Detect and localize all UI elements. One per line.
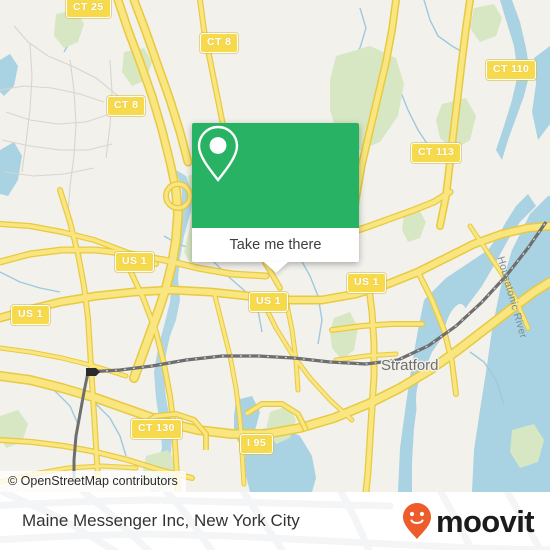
map-pin-icon xyxy=(197,125,239,182)
road-shield: CT 130 xyxy=(131,419,182,439)
road-shield: I 95 xyxy=(240,434,274,454)
road-shield: CT 25 xyxy=(66,0,111,18)
road-shield: US 1 xyxy=(347,273,386,293)
callout-header xyxy=(192,123,359,228)
road-shield: CT 110 xyxy=(486,60,537,80)
location-callout[interactable]: Take me there xyxy=(192,123,359,273)
moovit-brand[interactable]: moovit xyxy=(402,502,535,540)
road-shield: US 1 xyxy=(11,305,50,325)
map-screenshot: CT 25 CT 8 CT 110 CT 8 CT 113 US 1 US 1 US 1 US … xyxy=(0,0,550,550)
road-shield: CT 113 xyxy=(411,143,462,163)
map-canvas[interactable]: CT 25 CT 8 CT 110 CT 8 CT 113 US 1 US 1 US 1 US … xyxy=(0,0,550,492)
footer-bar: Maine Messenger Inc, New York City moovi… xyxy=(0,492,550,550)
osm-attribution[interactable]: © OpenStreetMap contributors xyxy=(0,471,186,492)
callout-pointer xyxy=(263,262,288,273)
page-title: Maine Messenger Inc, New York City xyxy=(22,511,300,530)
road-shield: US 1 xyxy=(115,252,154,272)
take-me-there-button[interactable]: Take me there xyxy=(192,228,359,262)
road-shield: CT 8 xyxy=(200,33,239,53)
road-shield: US 1 xyxy=(249,292,288,312)
moovit-wordmark: moovit xyxy=(435,503,535,539)
place-label: Stratford xyxy=(381,357,439,374)
take-me-there-label: Take me there xyxy=(229,237,322,253)
moovit-pin-smiley-icon xyxy=(402,503,431,539)
road-shield: CT 8 xyxy=(107,96,146,116)
